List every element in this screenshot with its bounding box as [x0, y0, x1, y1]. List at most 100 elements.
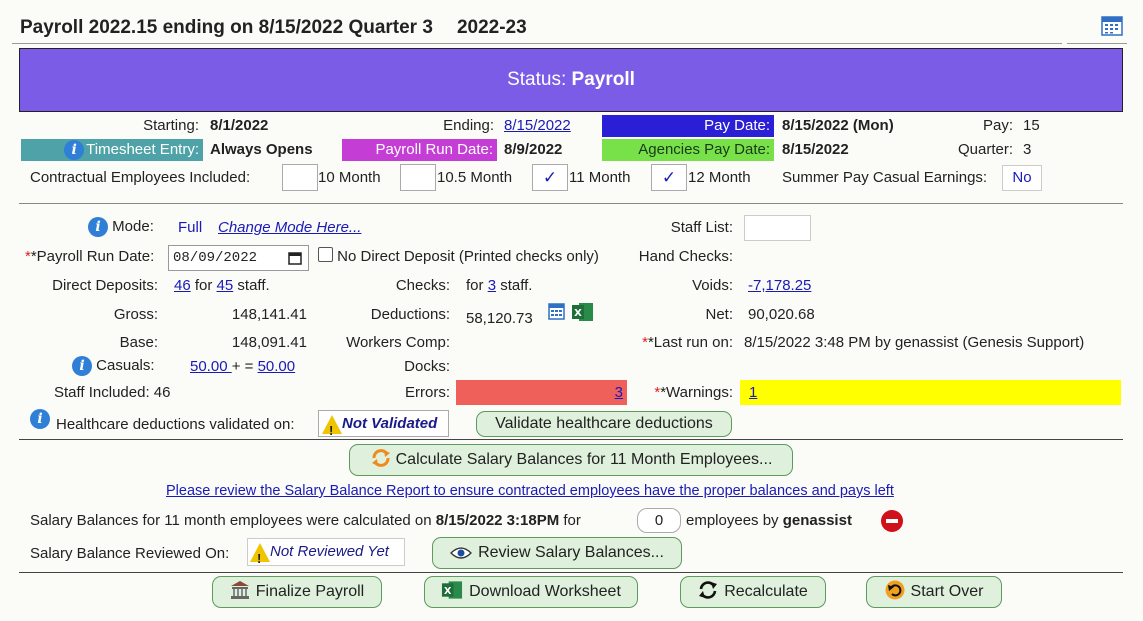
icon-divider: [1067, 43, 1127, 44]
voids-label: Voids:: [692, 277, 733, 294]
mode-info: i Mode:: [88, 217, 154, 237]
payroll-run-date-value: 8/9/2022: [504, 141, 563, 158]
warnings-label: **Warnings:: [654, 384, 733, 401]
bank-icon: [230, 581, 249, 599]
info-icon[interactable]: i: [30, 409, 50, 429]
svg-text:X: X: [574, 308, 582, 319]
workers-comp-label: Workers Comp:: [346, 334, 450, 351]
salary-reviewed-label: Salary Balance Reviewed On:: [30, 545, 230, 562]
section-divider: [19, 572, 1123, 573]
checkbox-10-5-month[interactable]: [400, 164, 436, 191]
status-value: Payroll: [571, 69, 635, 90]
mode-label: Mode:: [112, 217, 154, 235]
pay-label: Pay:: [982, 117, 1013, 134]
staff-list-input[interactable]: [744, 215, 811, 241]
svg-text:X: X: [444, 586, 452, 597]
title-divider: [12, 43, 1062, 44]
healthcare-status: ! Not Validated: [318, 410, 449, 438]
staff-included: Staff Included: 46: [54, 384, 171, 401]
checks-count-link[interactable]: 3: [488, 277, 496, 294]
remove-icon[interactable]: [881, 510, 903, 532]
staff-list-label: Staff List:: [670, 219, 733, 236]
starting-label: Starting:: [143, 117, 199, 134]
download-worksheet-button[interactable]: X Download Worksheet: [424, 576, 638, 608]
last-run-value: 8/15/2022 3:48 PM by genassist (Genesis …: [744, 334, 1085, 351]
pay-date-value: 8/15/2022 (Mon): [782, 117, 894, 134]
docks-label: Docks:: [404, 358, 450, 375]
pay-date-label: Pay Date:: [602, 115, 774, 137]
recalculate-button[interactable]: Recalculate: [680, 576, 826, 608]
pay-value: 15: [1023, 117, 1040, 134]
info-icon[interactable]: i: [64, 140, 85, 161]
eye-icon: [450, 547, 472, 559]
no-direct-deposit-label: No Direct Deposit (Printed checks only): [337, 248, 599, 265]
direct-deposits-staff-link[interactable]: 45: [217, 277, 234, 294]
gross-label: Gross:: [113, 306, 158, 323]
casuals-a-link[interactable]: 50.00: [190, 358, 232, 375]
status-banner: Status: Payroll: [19, 48, 1123, 112]
change-mode-link[interactable]: Change Mode Here...: [218, 219, 361, 236]
calculate-salary-balances-button[interactable]: Calculate Salary Balances for 11 Month E…: [349, 444, 793, 476]
casuals-info: i Casuals:: [72, 356, 155, 376]
quarter-value: 3: [1023, 141, 1032, 158]
hand-checks-label: Hand Checks:: [638, 248, 733, 265]
gross-value: 148,141.41: [231, 306, 307, 323]
agencies-pay-date-value: 8/15/2022: [782, 141, 849, 158]
contractual-label: Contractual Employees Included:: [30, 169, 251, 186]
salary-calc-text: Salary Balances for 11 month employees w…: [30, 512, 581, 529]
casuals-b-link[interactable]: 50.00: [258, 358, 296, 375]
salary-balance-report-link[interactable]: Please review the Salary Balance Report …: [166, 483, 894, 499]
undo-icon: [885, 580, 905, 600]
finalize-payroll-button[interactable]: Finalize Payroll: [212, 576, 382, 608]
ending-label: Ending:: [443, 117, 494, 134]
healthcare-info: i: [30, 409, 50, 429]
timesheet-entry-label: i Timesheet Entry:: [21, 139, 203, 161]
review-salary-balances-button[interactable]: Review Salary Balances...: [432, 537, 682, 569]
calculator-icon[interactable]: [548, 303, 565, 320]
excel-icon[interactable]: X: [571, 302, 594, 322]
direct-deposits-label: Direct Deposits:: [52, 277, 158, 294]
refresh-icon: [371, 449, 390, 467]
summer-pay-label: Summer Pay Casual Earnings:: [782, 169, 988, 186]
no-direct-deposit[interactable]: No Direct Deposit (Printed checks only): [318, 247, 599, 265]
section-divider: [19, 439, 1123, 440]
summer-pay-select[interactable]: No: [1002, 165, 1042, 191]
no-direct-deposit-checkbox[interactable]: [318, 247, 333, 262]
deductions-value: 58,120.73: [466, 310, 533, 327]
checks-label: Checks:: [395, 277, 450, 294]
net-value: 90,020.68: [748, 306, 815, 323]
salary-calc-count: 0: [637, 508, 681, 533]
run-date-label: **Payroll Run Date:: [25, 248, 155, 265]
checkbox-12-month[interactable]: ✓: [651, 164, 687, 191]
deductions-label: Deductions:: [370, 306, 450, 323]
info-icon[interactable]: i: [88, 217, 108, 237]
casuals-label: Casuals:: [96, 356, 155, 374]
net-label: Net:: [705, 306, 733, 323]
warning-icon: !: [250, 542, 270, 566]
checkbox-11-month[interactable]: ✓: [532, 164, 568, 191]
salary-calc-text-b: employees by genassist: [686, 512, 852, 529]
healthcare-label: Healthcare deductions validated on:: [56, 416, 295, 433]
warnings-link[interactable]: 1: [749, 384, 757, 401]
sync-icon: [699, 581, 718, 599]
fiscal-year: 2022-23: [456, 17, 527, 38]
checkbox-10-month[interactable]: [282, 164, 318, 191]
salary-reviewed-status: ! Not Reviewed Yet: [247, 538, 405, 566]
warning-icon: !: [322, 414, 342, 438]
direct-deposits-count-link[interactable]: 46: [174, 277, 191, 294]
run-date-input[interactable]: 08/09/2022: [168, 245, 309, 271]
errors-link[interactable]: 3: [615, 384, 623, 401]
start-over-button[interactable]: Start Over: [866, 576, 1002, 608]
page-title: Payroll 2022.15 ending on 8/15/2022 Quar…: [20, 17, 527, 38]
ending-link[interactable]: 8/15/2022: [504, 117, 571, 134]
info-icon[interactable]: i: [72, 356, 92, 376]
checkbox-12-month-label: 12 Month: [688, 169, 751, 186]
casuals-value: 50.00 + = 50.00: [190, 358, 296, 375]
errors-label: Errors:: [405, 384, 450, 401]
errors-cell: 3: [456, 380, 627, 405]
voids-link[interactable]: -7,178.25: [748, 277, 811, 294]
calendar-icon[interactable]: [1101, 16, 1123, 36]
validate-healthcare-button[interactable]: Validate healthcare deductions: [476, 411, 732, 437]
calendar-picker-icon: [288, 252, 302, 265]
warnings-cell: 1: [740, 380, 1121, 405]
